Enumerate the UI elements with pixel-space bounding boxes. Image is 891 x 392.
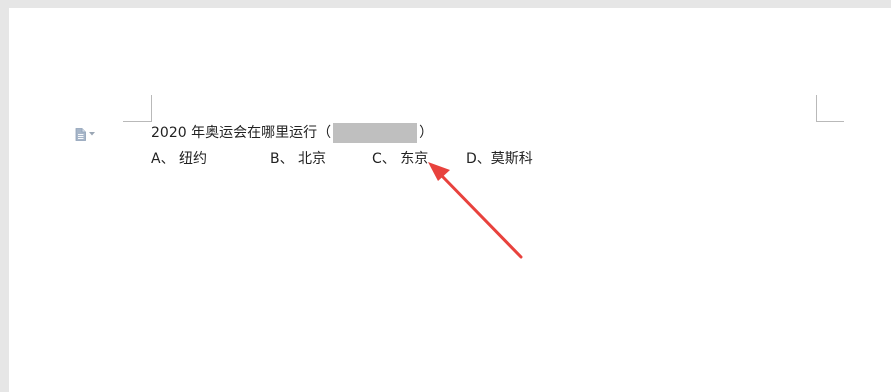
option-d[interactable]: D、莫斯科 xyxy=(466,149,533,169)
option-a[interactable]: A、 纽约 xyxy=(151,149,207,169)
option-c[interactable]: C、 东京 xyxy=(372,149,428,169)
margin-corner-top-right xyxy=(816,95,817,122)
margin-corner-top-right-horizontal xyxy=(816,121,844,122)
question-close-paren: ） xyxy=(419,125,434,141)
option-b[interactable]: B、 北京 xyxy=(270,149,326,169)
margin-corner-top-left-horizontal xyxy=(123,121,151,122)
caret-down-icon xyxy=(89,132,95,136)
document-page[interactable]: 2020 年奥运会在哪里运行（ ） A、 纽约 B、 北京 C、 东京 D、莫斯科 xyxy=(9,8,891,392)
paragraph-handle[interactable] xyxy=(75,127,103,141)
redacted-answer-blank xyxy=(333,123,418,143)
document-icon xyxy=(75,127,86,141)
margin-corner-top-left xyxy=(151,95,152,122)
question-line[interactable]: 2020 年奥运会在哪里运行（ ） xyxy=(151,123,433,143)
question-text: 2020 年奥运会在哪里运行（ xyxy=(151,125,332,141)
